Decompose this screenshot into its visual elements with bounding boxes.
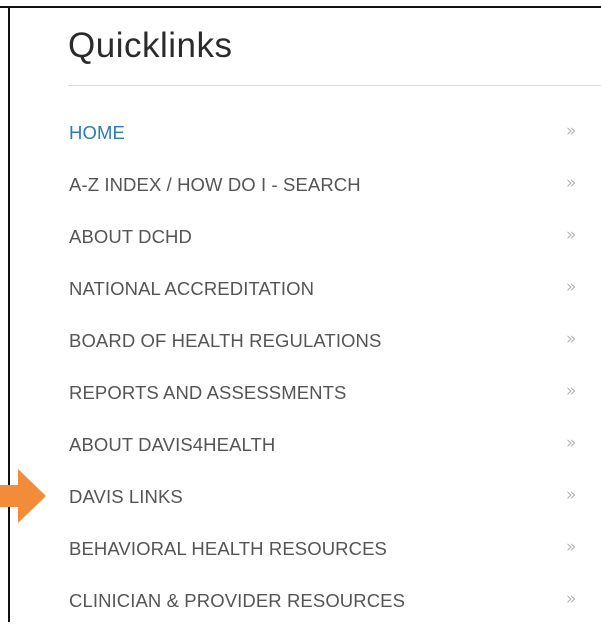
double-chevron-right-icon: »	[566, 225, 577, 245]
quicklinks-title: Quicklinks	[68, 26, 233, 65]
double-chevron-right-icon: »	[566, 485, 577, 505]
quicklink-label[interactable]: BEHAVIORAL HEALTH RESOURCES	[69, 538, 387, 560]
quicklink-label[interactable]: CLINICIAN & PROVIDER RESOURCES	[69, 590, 405, 612]
quicklink-national-accreditation[interactable]: NATIONAL ACCREDITATION »	[10, 260, 601, 312]
double-chevron-right-icon: »	[566, 277, 577, 297]
quicklinks-panel: Quicklinks HOME » A-Z INDEX / HOW DO I -…	[10, 8, 601, 622]
double-chevron-right-icon: »	[566, 121, 577, 141]
quicklink-label[interactable]: NATIONAL ACCREDITATION	[69, 278, 314, 300]
title-divider	[68, 85, 601, 86]
quicklink-home[interactable]: HOME »	[10, 104, 601, 156]
quicklink-about-davis4health[interactable]: ABOUT DAVIS4HEALTH »	[10, 416, 601, 468]
quicklink-behavioral-health-resources[interactable]: BEHAVIORAL HEALTH RESOURCES »	[10, 520, 601, 572]
quicklink-davis-links[interactable]: DAVIS LINKS »	[10, 468, 601, 520]
quicklinks-list: HOME » A-Z INDEX / HOW DO I - SEARCH » A…	[10, 104, 601, 624]
quicklink-label[interactable]: DAVIS LINKS	[69, 486, 183, 508]
double-chevron-right-icon: »	[566, 589, 577, 609]
quicklink-label[interactable]: REPORTS AND ASSESSMENTS	[69, 382, 346, 404]
quicklink-label[interactable]: HOME	[69, 122, 125, 144]
quicklink-label[interactable]: ABOUT DCHD	[69, 226, 192, 248]
quicklink-label[interactable]: BOARD OF HEALTH REGULATIONS	[69, 330, 381, 352]
quicklink-board-of-health-regulations[interactable]: BOARD OF HEALTH REGULATIONS »	[10, 312, 601, 364]
quicklink-reports-and-assessments[interactable]: REPORTS AND ASSESSMENTS »	[10, 364, 601, 416]
double-chevron-right-icon: »	[566, 381, 577, 401]
quicklink-about-dchd[interactable]: ABOUT DCHD »	[10, 208, 601, 260]
quicklink-label[interactable]: A-Z INDEX / HOW DO I - SEARCH	[69, 174, 361, 196]
double-chevron-right-icon: »	[566, 433, 577, 453]
quicklink-clinician-provider-resources[interactable]: CLINICIAN & PROVIDER RESOURCES »	[10, 572, 601, 624]
double-chevron-right-icon: »	[566, 173, 577, 193]
double-chevron-right-icon: »	[566, 537, 577, 557]
quicklink-label[interactable]: ABOUT DAVIS4HEALTH	[69, 434, 275, 456]
arrow-shape	[0, 469, 46, 523]
quicklink-a-z-index[interactable]: A-Z INDEX / HOW DO I - SEARCH »	[10, 156, 601, 208]
orange-pointer-arrow-icon	[0, 469, 46, 523]
double-chevron-right-icon: »	[566, 329, 577, 349]
